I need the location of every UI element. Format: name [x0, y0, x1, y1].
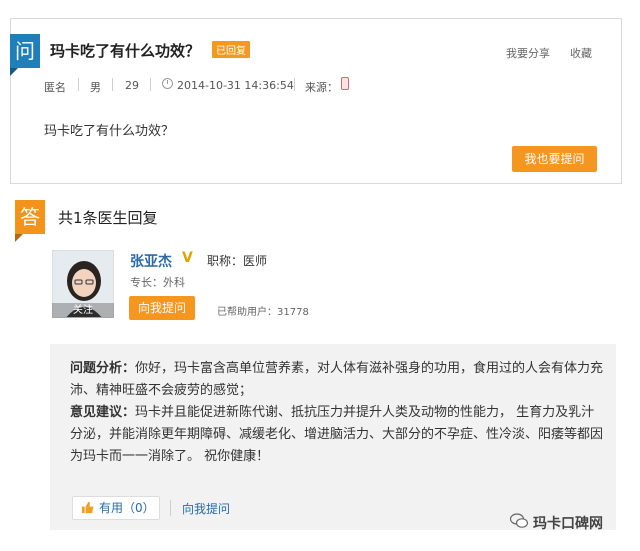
verified-icon: V: [182, 250, 193, 266]
answer-badge: 答: [15, 200, 45, 242]
asker-name: 匿名: [44, 81, 66, 94]
helped-users-count: 已帮助用户：31778: [217, 307, 309, 318]
analysis-text: 你好，玛卡富含高单位营养素，对人体有滋补强身的功用，食用过的人会有体力充沛、精神…: [70, 361, 604, 398]
question-badge: 问: [10, 34, 40, 76]
ask-question-button[interactable]: 我也要提问: [512, 146, 597, 172]
doctor-specialty: 专长：外科: [130, 276, 185, 289]
source-label: 来源：: [305, 81, 338, 94]
asker-gender: 男: [90, 81, 101, 94]
advice-label: 意见建议：: [70, 405, 136, 420]
question-body: 玛卡吃了有什么功效？: [44, 124, 175, 139]
meta-divider: [150, 78, 151, 91]
question-title: 玛卡吃了有什么功效？: [50, 42, 201, 60]
thumbs-up-icon: [81, 501, 94, 514]
useful-label: 有用（0）: [99, 501, 155, 515]
watermark-text: 玛卡口碑网: [533, 516, 603, 532]
reply-count: 共1条医生回复: [58, 209, 158, 227]
action-divider: [170, 500, 171, 516]
ask-doctor-button[interactable]: 向我提问: [129, 296, 195, 320]
mobile-phone-icon: [341, 77, 349, 90]
meta-divider: [294, 78, 295, 91]
useful-button[interactable]: 有用（0）: [72, 496, 160, 520]
meta-divider: [112, 78, 113, 91]
doctor-name[interactable]: 张亚杰: [130, 251, 172, 271]
clock-icon: [162, 78, 173, 89]
ask-doctor-link[interactable]: 向我提问: [182, 500, 230, 517]
reply-text: 问题分析：你好，玛卡富含高单位营养素，对人体有滋补强身的功用，食用过的人会有体力…: [70, 358, 606, 468]
analysis-label: 问题分析：: [70, 361, 136, 376]
wechat-icon: [510, 513, 528, 528]
question-time: 2014-10-31 14:36:54: [177, 79, 294, 92]
status-badge: 已回复: [212, 41, 250, 58]
doctor-title: 职称：医师: [207, 254, 268, 268]
follow-button[interactable]: 关注: [52, 303, 114, 318]
share-link[interactable]: 我要分享: [506, 45, 550, 61]
asker-age: 29: [125, 79, 139, 92]
advice-text: 玛卡并且能促进新陈代谢、抵抗压力并提升人类及动物的性能力， 生育力及乳汁分泌，并…: [70, 405, 604, 464]
favorite-link[interactable]: 收藏: [570, 45, 592, 61]
meta-divider: [78, 78, 79, 91]
